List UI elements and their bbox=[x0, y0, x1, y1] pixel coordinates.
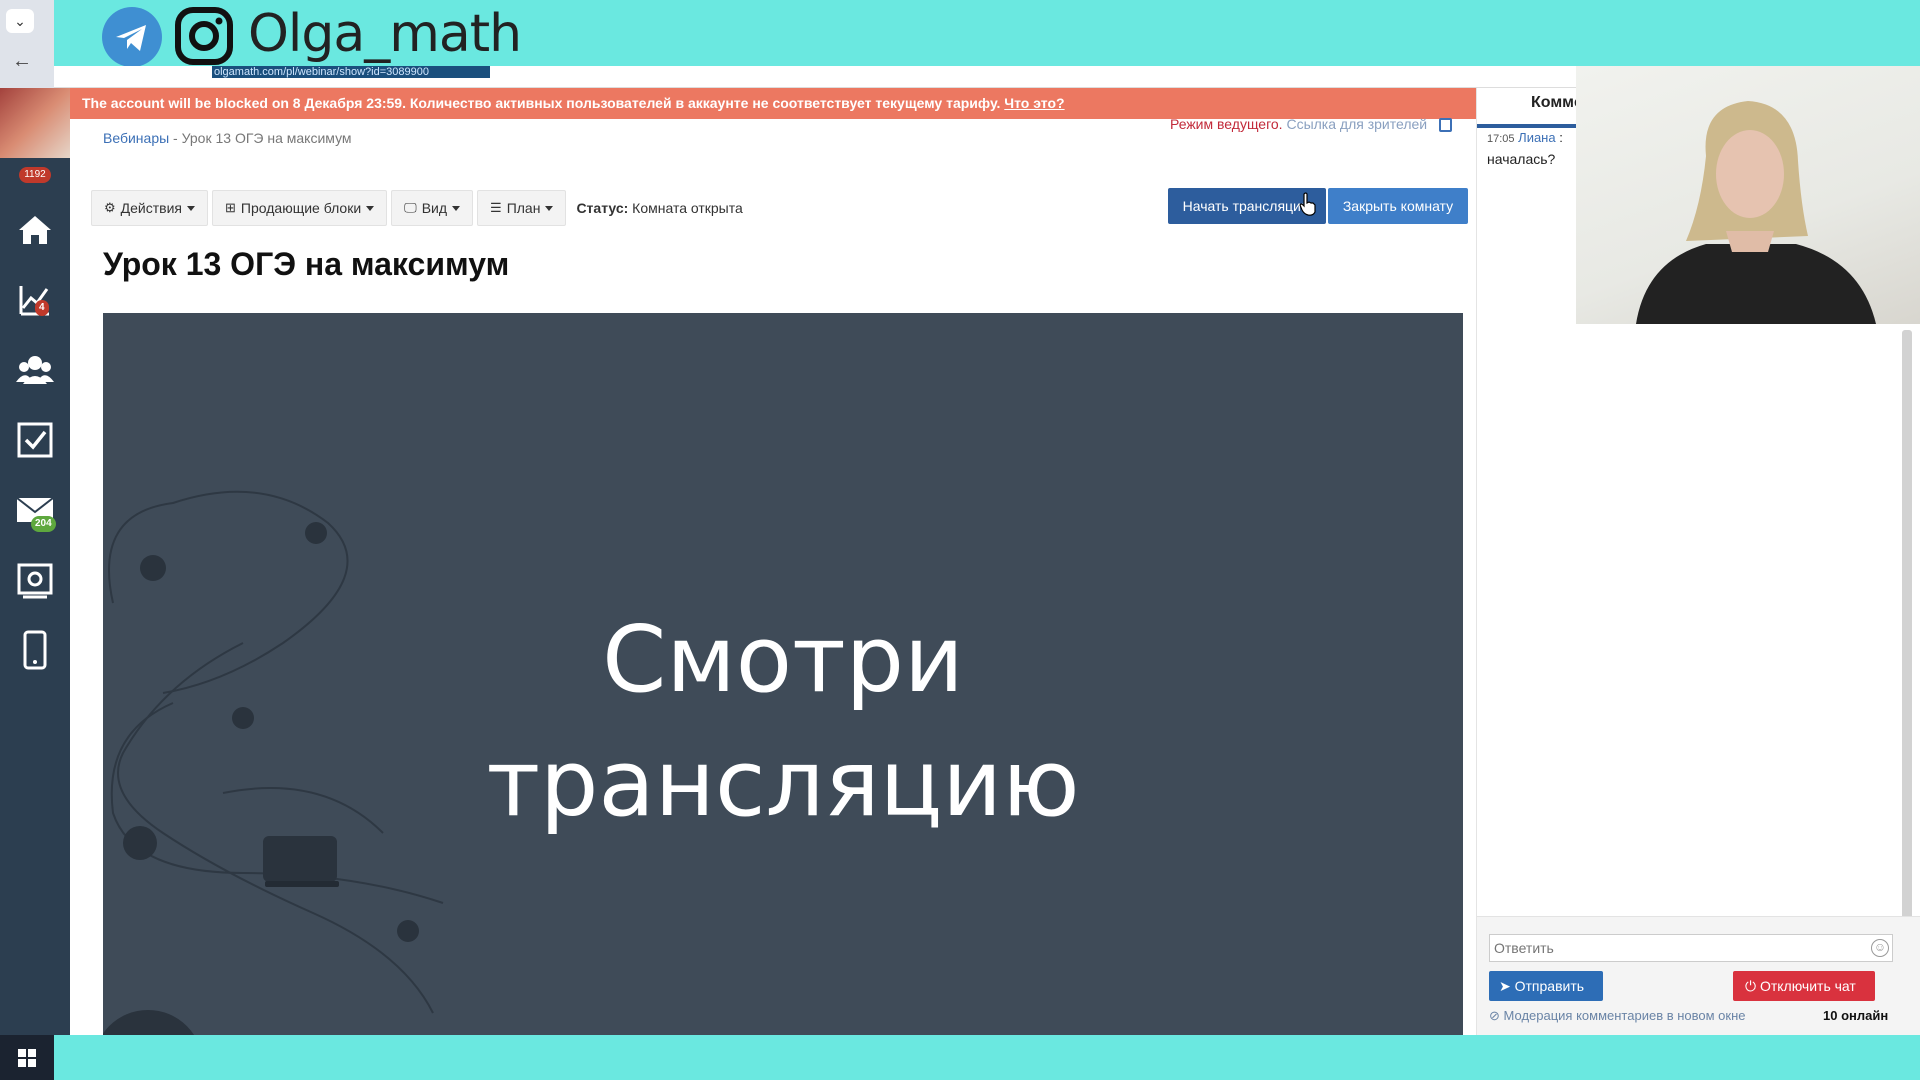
host-mode-label: Режим ведущего. bbox=[1169, 116, 1283, 132]
home-icon bbox=[19, 216, 51, 244]
plan-dropdown[interactable]: ☰ План bbox=[477, 190, 567, 226]
monitor-icon: 🖵 bbox=[404, 200, 417, 215]
moderation-label: Модерация комментариев в новом окне bbox=[1503, 1008, 1746, 1023]
caret-down-icon bbox=[366, 205, 375, 211]
viewers-link[interactable]: Ссылка для зрителей bbox=[1286, 116, 1427, 132]
actions-dropdown[interactable]: ⚙ Действия bbox=[91, 190, 208, 226]
view-dropdown[interactable]: 🖵 Вид bbox=[391, 190, 474, 226]
room-toolbar: ⚙ Действия ⊞ Продающие блоки 🖵 Вид ☰ Пла… bbox=[91, 190, 743, 226]
tab-comments[interactable]: Комментарии bbox=[1477, 88, 1577, 128]
view-label: Вид bbox=[421, 200, 448, 216]
chat-message: 17:05 Лиана : началась? bbox=[1487, 128, 1563, 169]
presenter-video bbox=[1636, 101, 1876, 324]
moderation-link[interactable]: ⊘ Модерация комментариев в новом окне bbox=[1489, 1008, 1746, 1024]
windows-icon bbox=[18, 1049, 36, 1067]
host-mode: Режим ведущего. Ссылка для зрителей bbox=[1169, 116, 1452, 133]
room-status: Статус: Комната открыта bbox=[576, 200, 742, 216]
alert-text: The account will be blocked on 8 Декабря… bbox=[82, 95, 1005, 111]
address-bar[interactable]: olgamath.com/pl/webinar/show?id=3089900 bbox=[54, 66, 1576, 88]
broadcast-player[interactable]: Смотри трансляцию bbox=[103, 313, 1463, 1035]
windows-start-button[interactable] bbox=[0, 1035, 54, 1080]
gears-icon: ⚙ bbox=[104, 200, 116, 215]
chat-footer: ☺ ➤ Отправить ⏻ Отключить чат ⊘ Модераци… bbox=[1477, 916, 1920, 1035]
breadcrumb-root[interactable]: Вебинары bbox=[103, 130, 169, 146]
sidebar-item-messages[interactable]: 204 bbox=[15, 490, 56, 532]
channel-handle: Olga_math bbox=[248, 4, 522, 64]
disable-chat-label: Отключить чат bbox=[1759, 978, 1856, 994]
paper-plane-icon: ➤ bbox=[1499, 978, 1511, 994]
broadcast-placeholder: Смотри трансляцию bbox=[103, 598, 1463, 846]
bottom-banner bbox=[54, 1035, 1920, 1080]
settings-icon bbox=[17, 563, 53, 599]
table-icon: ⊞ bbox=[225, 200, 236, 215]
caret-down-icon bbox=[187, 205, 195, 211]
sidebar-item-settings[interactable] bbox=[15, 560, 55, 600]
power-icon: ⏻ bbox=[1745, 978, 1757, 994]
reply-input[interactable] bbox=[1489, 934, 1893, 962]
page-title: Урок 13 ОГЭ на максимум bbox=[103, 246, 510, 282]
message-separator: : bbox=[1555, 130, 1563, 145]
send-label: Отправить bbox=[1514, 978, 1585, 994]
sidebar: 1192 4 204 bbox=[0, 88, 70, 1035]
list-icon: ☰ bbox=[490, 200, 502, 215]
browser-chrome: ⌄ ← bbox=[0, 0, 54, 88]
mobile-icon bbox=[23, 630, 47, 670]
copy-icon[interactable] bbox=[1439, 118, 1452, 133]
chat-scrollbar[interactable] bbox=[1902, 330, 1912, 930]
users-icon bbox=[16, 356, 54, 384]
actions-label: Действия bbox=[120, 200, 182, 216]
ban-icon: ⊘ bbox=[1489, 1008, 1500, 1023]
notification-counter: 1192 bbox=[19, 167, 51, 183]
sidebar-item-stats[interactable]: 4 bbox=[15, 280, 55, 320]
online-count: 10 онлайн bbox=[1823, 1008, 1889, 1023]
message-time: 17:05 bbox=[1487, 133, 1515, 145]
alert-link[interactable]: Что это? bbox=[1004, 95, 1064, 111]
placeholder-line-1: Смотри bbox=[602, 606, 964, 713]
avatar[interactable] bbox=[0, 88, 70, 158]
sales-blocks-dropdown[interactable]: ⊞ Продающие блоки bbox=[212, 190, 388, 226]
message-author[interactable]: Лиана bbox=[1518, 130, 1555, 145]
placeholder-line-2: трансляцию bbox=[486, 730, 1080, 837]
caret-down-icon bbox=[452, 205, 461, 211]
sidebar-item-mobile[interactable] bbox=[15, 630, 55, 670]
chart-icon bbox=[19, 286, 49, 316]
send-button[interactable]: ➤ Отправить bbox=[1489, 971, 1603, 1001]
messages-badge: 204 bbox=[31, 516, 56, 532]
url-text[interactable]: olgamath.com/pl/webinar/show?id=3089900 bbox=[212, 66, 490, 78]
instagram-icon bbox=[174, 6, 234, 66]
sales-blocks-label: Продающие блоки bbox=[240, 200, 362, 216]
webcam-overlay bbox=[1576, 66, 1920, 324]
breadcrumb-separator: - bbox=[169, 130, 182, 146]
tab-list-icon[interactable]: ⌄ bbox=[6, 9, 34, 33]
stats-badge: 4 bbox=[35, 300, 49, 316]
sidebar-item-home[interactable] bbox=[15, 210, 55, 250]
sidebar-item-users[interactable] bbox=[15, 350, 55, 390]
social-banner: Olga_math bbox=[0, 0, 1920, 67]
breadcrumb: Вебинары - Урок 13 ОГЭ на максимум bbox=[103, 130, 352, 146]
telegram-icon bbox=[102, 7, 162, 67]
checkbox-icon bbox=[17, 422, 53, 458]
emoji-icon[interactable]: ☺ bbox=[1871, 939, 1889, 957]
back-arrow-icon[interactable]: ← bbox=[12, 50, 32, 73]
status-value: Комната открыта bbox=[632, 200, 743, 216]
account-alert: The account will be blocked on 8 Декабря… bbox=[70, 88, 1476, 119]
status-label: Статус: bbox=[576, 200, 629, 216]
message-text: началась? bbox=[1487, 151, 1556, 167]
breadcrumb-current: Урок 13 ОГЭ на максимум bbox=[181, 130, 352, 146]
sidebar-item-tasks[interactable] bbox=[15, 420, 55, 460]
webinar-room: The account will be blocked on 8 Декабря… bbox=[70, 88, 1476, 1035]
plan-label: План bbox=[506, 200, 541, 216]
caret-down-icon bbox=[545, 205, 554, 211]
hand-cursor-icon bbox=[1299, 192, 1316, 216]
close-room-button[interactable]: Закрыть комнату bbox=[1328, 188, 1468, 224]
disable-chat-button[interactable]: ⏻ Отключить чат bbox=[1733, 971, 1875, 1001]
